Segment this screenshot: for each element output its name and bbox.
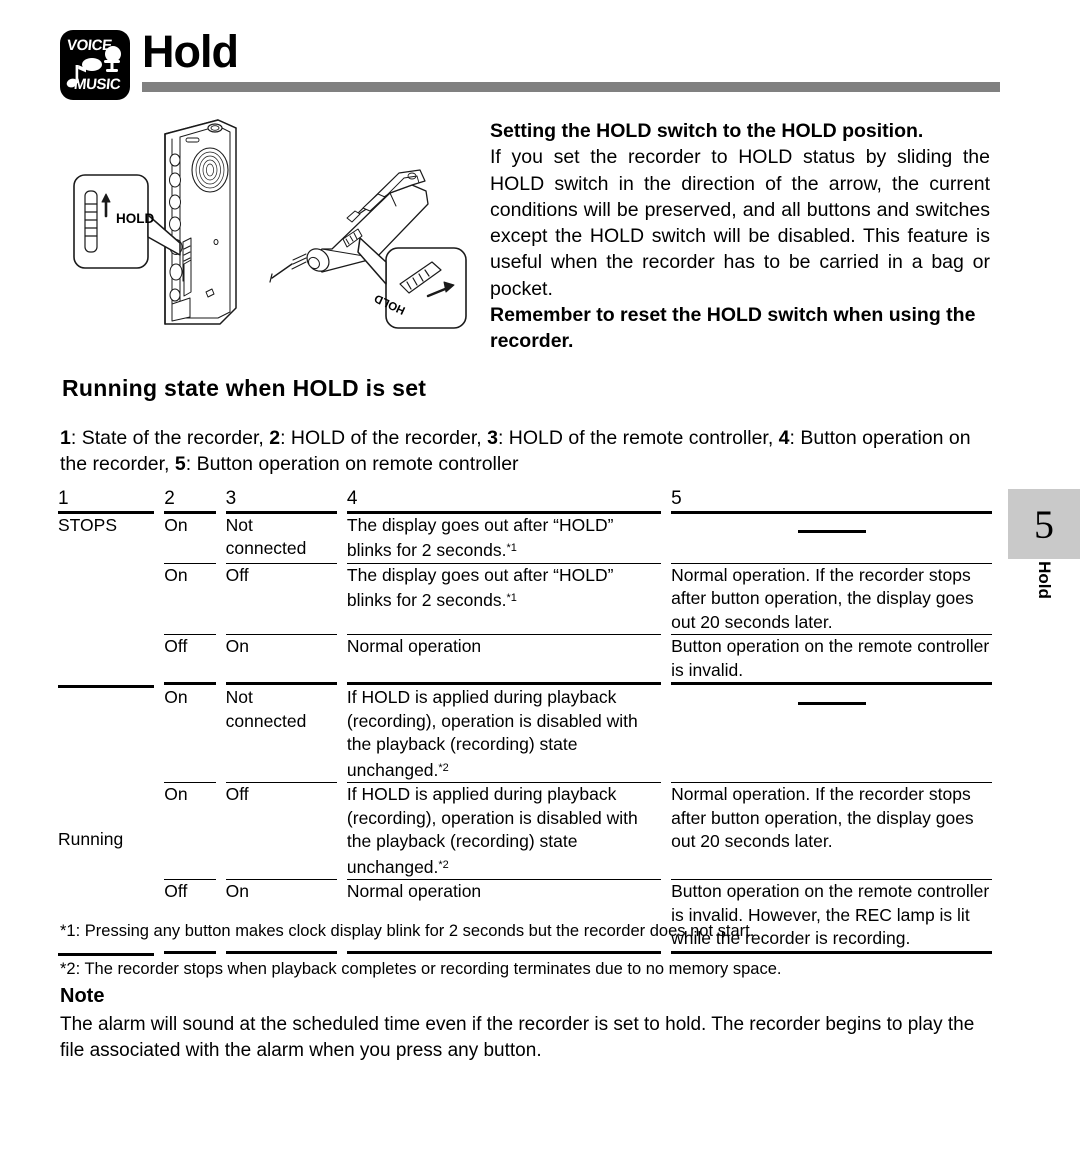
cell-hold-recorder: On <box>164 563 216 635</box>
footnotes: *1: Pressing any button makes clock disp… <box>60 920 1000 996</box>
cell-recorder-op-text: The display goes out after “HOLD” blinks… <box>346 514 614 561</box>
cell-remote-op: Button operation on the remote controlle… <box>671 634 992 685</box>
state-cell-running: Running <box>58 829 124 849</box>
note-heading: Note <box>60 985 105 1007</box>
logo-bottom-text: MUSIC <box>73 76 122 93</box>
cell-remote-op: Normal operation. If the recorder stops … <box>671 782 992 880</box>
col-header-3: 3 <box>225 487 338 514</box>
page-tab-label-text: Hold <box>1035 561 1054 599</box>
col-header-1: 1 <box>58 487 155 514</box>
note-body: The alarm will sound at the scheduled ti… <box>60 1014 975 1061</box>
table-row: Off On Normal operation Button operation… <box>58 634 992 685</box>
cell-recorder-op: Normal operation <box>346 634 662 685</box>
cell-recorder-op: If HOLD is applied during playback (reco… <box>346 782 662 880</box>
footnote-2: *2: The recorder stops when playback com… <box>60 960 782 978</box>
footnote-1: *1: Pressing any button makes clock disp… <box>60 922 755 940</box>
table-legend: 1: State of the recorder, 2: HOLD of the… <box>60 425 992 477</box>
cell-recorder-op: If HOLD is applied during playback (reco… <box>346 686 662 783</box>
empty-dash <box>797 529 866 533</box>
cell-remote-op: Normal operation. If the recorder stops … <box>671 563 992 635</box>
table-row: On Off If HOLD is applied during playbac… <box>58 782 992 880</box>
col-header-4: 4 <box>346 487 662 514</box>
footnote-ref: *1 <box>506 592 517 604</box>
footnote-ref: *2 <box>438 858 449 871</box>
intro-body: If you set the recorder to HOLD status b… <box>490 146 990 300</box>
microphone-icon <box>104 46 121 72</box>
legend-text-1: : State of the recorder, <box>70 427 270 449</box>
section-heading: Running state when HOLD is set <box>62 375 427 401</box>
cell-remote-op <box>671 686 992 783</box>
cell-recorder-op: The display goes out after “HOLD” blinks… <box>346 563 662 635</box>
page-tab-label: Hold <box>1008 561 1080 599</box>
table: 1 2 3 4 5 STOPS On Not connected The dis… <box>58 487 992 956</box>
legend-num-1: 1 <box>60 427 71 449</box>
table-row: Running On Not connected If HOLD is appl… <box>58 686 992 849</box>
intro-heading: Setting the HOLD switch to the HOLD posi… <box>490 120 924 142</box>
legend-text-2: : HOLD of the recorder, <box>280 427 488 449</box>
intro-reminder: Remember to reset the HOLD switch when u… <box>490 304 976 353</box>
legend-num-5: 5 <box>174 453 186 475</box>
hold-switch-illustration: HOLD HOLD <box>73 119 467 329</box>
footnote-ref: *2 <box>438 761 449 774</box>
cell-hold-remote: Not connected <box>225 686 338 783</box>
col-header-5: 5 <box>671 487 992 514</box>
cell-recorder-op-text: If HOLD is applied during playback (reco… <box>346 784 638 877</box>
cell-hold-recorder: On <box>164 782 216 880</box>
legend-text-3: : HOLD of the remote controller, <box>497 427 779 449</box>
cell-recorder-op-text: The display goes out after “HOLD” blinks… <box>346 564 614 611</box>
table-header-row: 1 2 3 4 5 <box>58 487 992 514</box>
recorder-hold-label: HOLD <box>116 211 154 226</box>
table-row: STOPS On Not connected The display goes … <box>58 512 992 564</box>
cell-recorder-op: The display goes out after “HOLD” blinks… <box>346 512 662 564</box>
cell-hold-recorder: Off <box>164 634 216 685</box>
page-tab-marker: 5 <box>1008 489 1080 559</box>
page-title: Hold <box>142 26 239 77</box>
footnote-ref: *1 <box>506 542 517 554</box>
legend-num-2: 2 <box>269 427 281 449</box>
legend-text-5: : Button operation on remote controller <box>185 453 519 475</box>
intro-text-block: Setting the HOLD switch to the HOLD posi… <box>490 118 990 355</box>
title-divider <box>142 82 1000 92</box>
cell-hold-recorder: On <box>164 686 216 783</box>
cell-hold-remote: Off <box>225 563 338 635</box>
voice-music-logo-icon: VOICE MUSIC <box>60 30 130 100</box>
page-header: VOICE MUSIC Hold <box>0 0 1080 110</box>
hold-states-table: 1 2 3 4 5 STOPS On Not connected The dis… <box>58 487 992 956</box>
state-cell-stops: STOPS <box>58 514 118 535</box>
cell-hold-remote: Not connected <box>225 512 338 564</box>
empty-dash <box>797 702 866 705</box>
page-tab-number: 5 <box>1034 501 1054 547</box>
cell-remote-op <box>671 512 992 564</box>
legend-num-3: 3 <box>487 427 498 449</box>
cell-hold-recorder: On <box>164 512 216 564</box>
table-row: On Off The display goes out after “HOLD”… <box>58 563 992 635</box>
cell-hold-remote: Off <box>225 782 338 880</box>
col-header-2: 2 <box>164 487 216 514</box>
cell-hold-remote: On <box>225 634 338 685</box>
legend-num-4: 4 <box>778 427 790 449</box>
cell-recorder-op-text: If HOLD is applied during playback (reco… <box>346 687 638 780</box>
